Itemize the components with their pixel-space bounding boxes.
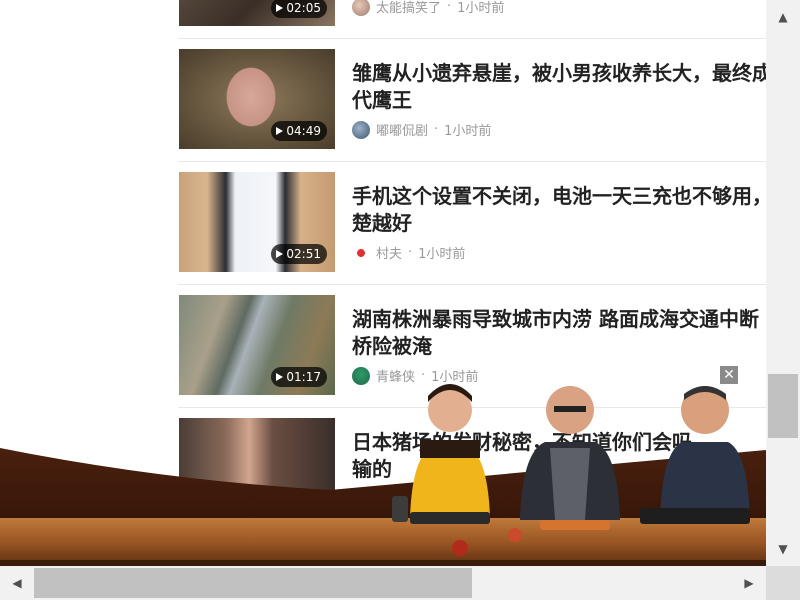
ad-person-right bbox=[660, 386, 750, 520]
scroll-up-button[interactable]: ▲ bbox=[766, 0, 800, 34]
list-item[interactable]: 04:49 雏鹰从小遗弃悬崖，被小男孩收养长大，最终成 代鹰王 嘟嘟侃剧 · 1… bbox=[178, 38, 766, 162]
item-meta: 嘟嘟侃剧 · 1小时前 bbox=[352, 120, 491, 139]
video-thumbnail[interactable]: 04:49 bbox=[179, 49, 335, 149]
item-meta: 太能搞笑了 · 1小时前 bbox=[352, 0, 504, 16]
duration-badge: 02:51 bbox=[271, 244, 327, 264]
title-line: 楚越好 bbox=[352, 211, 412, 235]
ad-person-middle bbox=[520, 386, 620, 520]
video-thumbnail[interactable]: 02:05 bbox=[179, 0, 335, 26]
scroll-right-button[interactable]: ▶ bbox=[732, 566, 766, 600]
publish-time: 1小时前 bbox=[457, 1, 505, 16]
horizontal-scrollbar[interactable]: ◀ ▶ bbox=[0, 566, 766, 600]
source-name[interactable]: 嘟嘟侃剧 bbox=[376, 120, 428, 139]
title-line: 湖南株洲暴雨导致城市内涝 路面成海交通中断 bbox=[352, 307, 759, 331]
play-icon bbox=[276, 250, 284, 258]
ad-close-button[interactable]: ✕ bbox=[720, 366, 738, 384]
meta-separator: · bbox=[434, 122, 439, 137]
list-item[interactable]: 02:05 太能搞笑了 · 1小时前 bbox=[178, 0, 766, 39]
meta-separator: · bbox=[447, 0, 452, 14]
video-thumbnail[interactable]: 02:51 bbox=[179, 172, 335, 272]
title-line: 雏鹰从小遗弃悬崖，被小男孩收养长大，最终成 bbox=[352, 61, 766, 85]
scroll-left-button[interactable]: ◀ bbox=[0, 566, 34, 600]
vertical-scroll-thumb[interactable] bbox=[768, 374, 798, 438]
wooden-table bbox=[0, 518, 766, 566]
duration-text: 02:51 bbox=[286, 247, 321, 261]
title-line: 代鹰王 bbox=[352, 88, 412, 112]
meta-separator: · bbox=[408, 245, 413, 260]
video-title[interactable]: 湖南株洲暴雨导致城市内涝 路面成海交通中断 桥险被淹 bbox=[352, 306, 766, 360]
title-line: 桥险被淹 bbox=[352, 334, 432, 358]
publish-time: 1小时前 bbox=[418, 247, 466, 262]
horizontal-scroll-thumb[interactable] bbox=[34, 568, 472, 598]
ad-person-left bbox=[410, 384, 490, 518]
ad-banner[interactable] bbox=[0, 370, 766, 566]
source-name[interactable]: 村夫 bbox=[376, 243, 402, 262]
vertical-scrollbar[interactable]: ▲ ▼ bbox=[766, 0, 800, 566]
avatar bbox=[352, 243, 370, 262]
duration-badge: 02:05 bbox=[271, 0, 327, 18]
play-icon bbox=[276, 127, 284, 135]
avatar bbox=[352, 120, 370, 139]
title-line: 手机这个设置不关闭，电池一天三充也不够用， bbox=[352, 184, 766, 208]
video-title[interactable]: 雏鹰从小遗弃悬崖，被小男孩收养长大，最终成 代鹰王 bbox=[352, 60, 766, 114]
duration-text: 04:49 bbox=[286, 124, 321, 138]
video-title[interactable]: 手机这个设置不关闭，电池一天三充也不够用， 楚越好 bbox=[352, 183, 766, 237]
list-item[interactable]: 02:51 手机这个设置不关闭，电池一天三充也不够用， 楚越好 村夫 · 1小时… bbox=[178, 161, 766, 285]
publish-time: 1小时前 bbox=[444, 124, 492, 139]
duration-text: 02:05 bbox=[286, 1, 321, 15]
avatar bbox=[352, 0, 370, 16]
item-meta: 村夫 · 1小时前 bbox=[352, 243, 465, 262]
source-name[interactable]: 太能搞笑了 bbox=[376, 0, 441, 16]
duration-badge: 04:49 bbox=[271, 121, 327, 141]
play-icon bbox=[276, 4, 284, 12]
scrollbar-corner bbox=[766, 566, 800, 600]
scroll-down-button[interactable]: ▼ bbox=[766, 532, 800, 566]
